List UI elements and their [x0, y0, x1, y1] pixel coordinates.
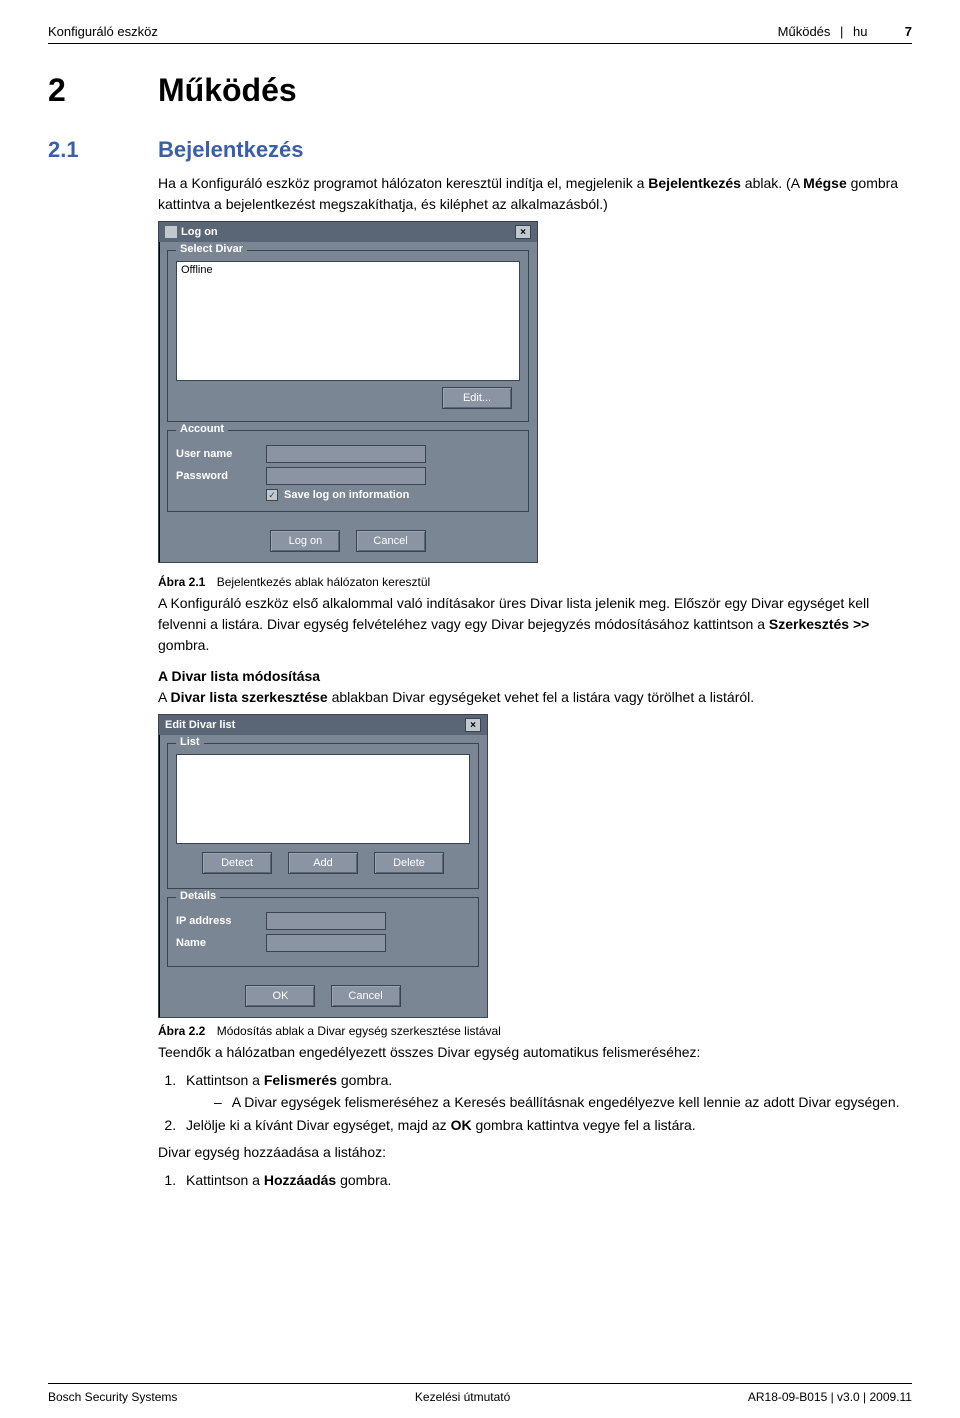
- logon-title: Log on: [181, 226, 218, 238]
- select-divar-group: Select Divar Offline Edit...: [167, 250, 529, 422]
- logon-dialog: Log on × Select Divar Offline Edit... Ac…: [158, 221, 538, 563]
- logon-button[interactable]: Log on: [270, 530, 340, 552]
- select-divar-label: Select Divar: [176, 243, 247, 255]
- username-label: User name: [176, 448, 266, 460]
- section-number: 2: [48, 72, 158, 109]
- app-icon: [165, 226, 177, 238]
- cancel-button[interactable]: Cancel: [356, 530, 426, 552]
- save-logon-label: Save log on information: [284, 489, 409, 501]
- name-field[interactable]: [266, 934, 386, 952]
- ip-label: IP address: [176, 915, 266, 927]
- list-item: Kattintson a Hozzáadás gombra.: [180, 1169, 912, 1191]
- steps-list-2: Kattintson a Hozzáadás gombra.: [158, 1169, 912, 1191]
- username-field[interactable]: [266, 445, 426, 463]
- account-label: Account: [176, 423, 228, 435]
- details-group-label: Details: [176, 890, 220, 902]
- figure1-caption: Ábra 2.1 Bejelentkezés ablak hálózaton k…: [158, 575, 912, 589]
- delete-button[interactable]: Delete: [374, 852, 444, 874]
- list-group: List Detect Add Delete: [167, 743, 479, 889]
- password-field[interactable]: [266, 467, 426, 485]
- footer-center: Kezelési útmutató: [415, 1390, 510, 1404]
- paragraph-after-fig1: A Konfiguráló eszköz első alkalommal val…: [158, 593, 912, 656]
- ok-button[interactable]: OK: [245, 985, 315, 1007]
- footer-left: Bosch Security Systems: [48, 1390, 177, 1404]
- page-footer: Bosch Security Systems Kezelési útmutató…: [48, 1383, 912, 1404]
- close-icon[interactable]: ×: [465, 718, 481, 732]
- list-item: Kattintson a Felismerés gombra. A Divar …: [180, 1069, 912, 1114]
- subsection-number: 2.1: [48, 137, 158, 163]
- account-group: Account User name Password ✓ Save log on…: [167, 430, 529, 512]
- password-label: Password: [176, 470, 266, 482]
- divar-list-mod-heading: A Divar lista módosítása: [158, 666, 912, 687]
- divar-listbox[interactable]: Offline: [176, 261, 520, 381]
- close-icon[interactable]: ×: [515, 225, 531, 239]
- subsection-title: Bejelentkezés: [158, 137, 304, 163]
- list-item[interactable]: Offline: [181, 264, 515, 276]
- section-title: Működés: [158, 72, 297, 109]
- footer-right: AR18-09-B015 | v3.0 | 2009.11: [748, 1390, 912, 1404]
- add-button[interactable]: Add: [288, 852, 358, 874]
- list-subitem: A Divar egységek felismeréséhez a Keresé…: [214, 1091, 912, 1113]
- paragraph-divar-list: A Divar lista szerkesztése ablakban Diva…: [158, 687, 912, 708]
- figure2-caption: Ábra 2.2 Módosítás ablak a Divar egység …: [158, 1024, 912, 1038]
- cancel-button[interactable]: Cancel: [331, 985, 401, 1007]
- steps-lead-2: Divar egység hozzáadása a listához:: [158, 1142, 912, 1163]
- name-label: Name: [176, 937, 266, 949]
- ip-field[interactable]: [266, 912, 386, 930]
- edit-divar-listbox[interactable]: [176, 754, 470, 844]
- edit-divar-dialog: Edit Divar list × List Detect Add Delete…: [158, 714, 488, 1018]
- logon-titlebar: Log on ×: [159, 222, 537, 242]
- list-item: Jelölje ki a kívánt Divar egységet, majd…: [180, 1114, 912, 1136]
- header-right: Működés | hu 7: [772, 24, 912, 39]
- steps-lead: Teendők a hálózatban engedélyezett össze…: [158, 1042, 912, 1063]
- edit-button[interactable]: Edit...: [442, 387, 512, 409]
- header-left: Konfiguráló eszköz: [48, 24, 158, 39]
- page-header: Konfiguráló eszköz Működés | hu 7: [48, 24, 912, 44]
- edit-divar-title: Edit Divar list: [165, 719, 235, 731]
- details-group: Details IP address Name: [167, 897, 479, 967]
- steps-list-1: Kattintson a Felismerés gombra. A Divar …: [158, 1069, 912, 1136]
- list-group-label: List: [176, 736, 204, 748]
- edit-divar-titlebar: Edit Divar list ×: [159, 715, 487, 735]
- detect-button[interactable]: Detect: [202, 852, 272, 874]
- intro-paragraph: Ha a Konfiguráló eszköz programot hálóza…: [158, 173, 912, 215]
- save-logon-checkbox[interactable]: ✓: [266, 489, 278, 501]
